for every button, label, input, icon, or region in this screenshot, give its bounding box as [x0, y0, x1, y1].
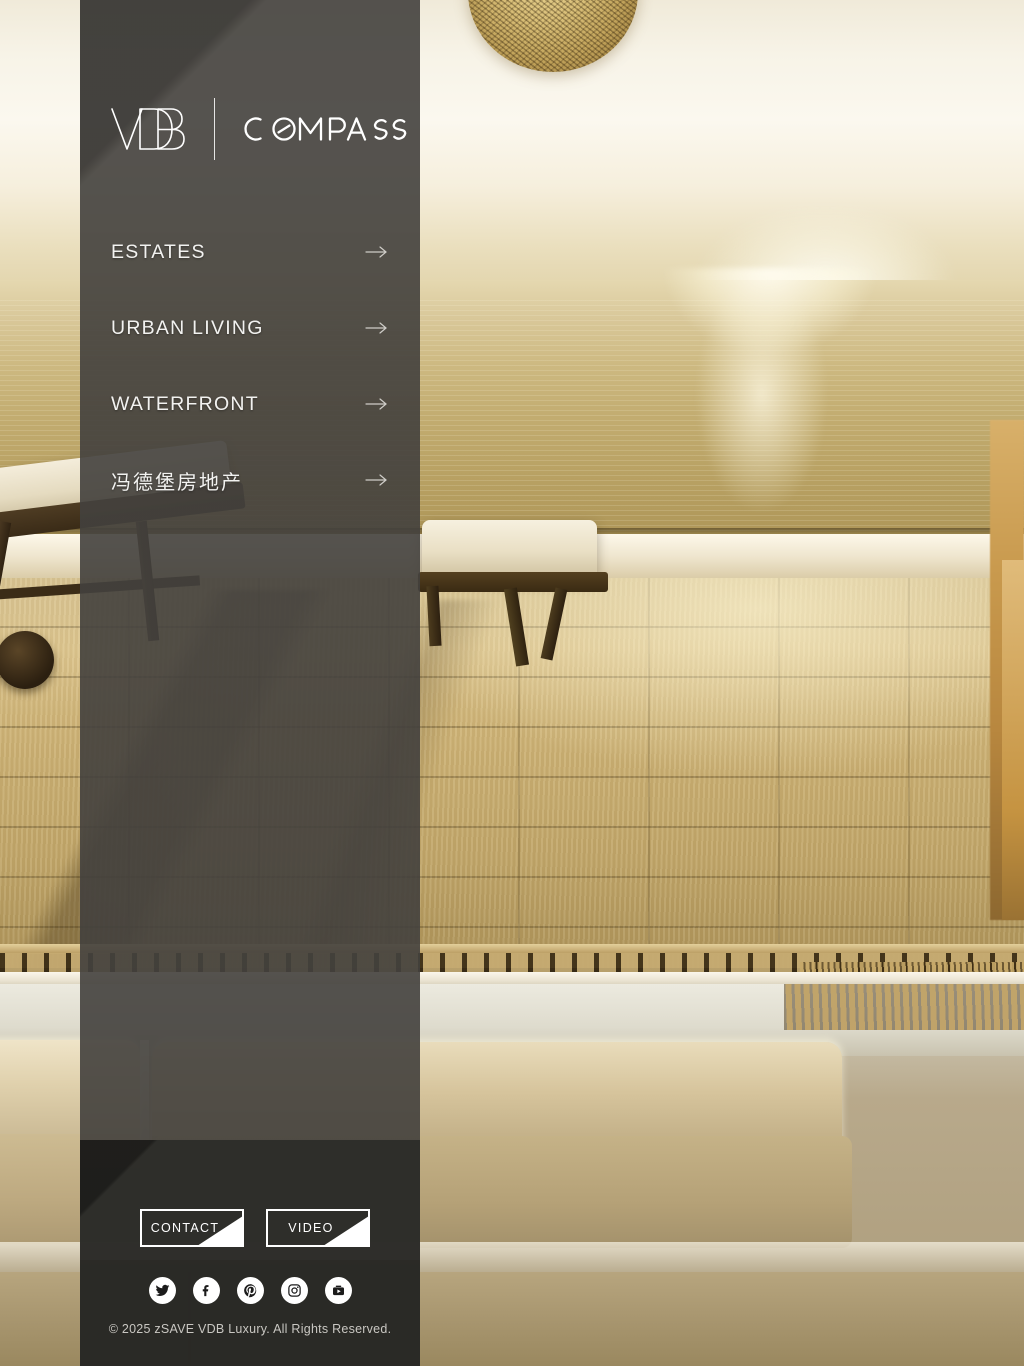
video-button[interactable]: VIDEO	[266, 1209, 370, 1247]
lounge-leg	[503, 587, 530, 667]
logo-divider	[214, 98, 215, 160]
lounge-leg	[0, 520, 12, 652]
arrow-right-icon	[365, 398, 387, 410]
lounge-leg	[426, 585, 442, 647]
contact-button[interactable]: CONTACT	[140, 1209, 244, 1247]
pendant-lamp	[468, 0, 638, 72]
instagram-icon	[287, 1284, 301, 1297]
arrow-right-icon	[365, 246, 387, 258]
twitter-icon	[155, 1284, 169, 1296]
floor-texture-right	[784, 984, 1024, 1030]
copyright-text: © 2025 zSAVE VDB Luxury. All Rights Rese…	[108, 1322, 392, 1336]
nav-item-urban-living[interactable]: URBAN LIVING	[111, 310, 389, 346]
social-link-facebook[interactable]	[192, 1277, 220, 1304]
main-navigation: ESTATES URBAN LIVING WATERFRONT 冯德堡房地产	[80, 234, 420, 538]
facebook-icon	[202, 1285, 208, 1297]
nav-item-waterfront[interactable]: WATERFRONT	[111, 386, 389, 422]
sun-reflection	[560, 268, 980, 548]
lounge-leg	[540, 587, 568, 661]
pinterest-icon	[243, 1284, 256, 1298]
page-root: ESTATES URBAN LIVING WATERFRONT 冯德堡房地产 C…	[0, 0, 1024, 1366]
sidebar-panel: ESTATES URBAN LIVING WATERFRONT 冯德堡房地产 C…	[80, 0, 420, 1366]
nav-item-chinese-realestate[interactable]: 冯德堡房地产	[111, 462, 389, 498]
compass-logo-icon	[244, 117, 407, 141]
nav-item-estates[interactable]: ESTATES	[111, 234, 389, 270]
brand-logo[interactable]	[80, 0, 420, 160]
social-link-instagram[interactable]	[280, 1277, 308, 1304]
social-link-pinterest[interactable]	[236, 1277, 264, 1304]
vdb-logo-icon	[111, 108, 185, 150]
lounge-cushion	[422, 520, 597, 578]
nav-label: 冯德堡房地产	[111, 471, 243, 494]
arrow-right-icon	[365, 474, 387, 486]
youtube-icon	[332, 1285, 344, 1296]
arrow-right-icon	[365, 322, 387, 334]
social-link-twitter[interactable]	[148, 1277, 176, 1304]
standing-figure-fabric	[1002, 560, 1024, 920]
nav-label: URBAN LIVING	[111, 316, 264, 339]
video-button-label: VIDEO	[288, 1221, 334, 1235]
contact-button-label: CONTACT	[150, 1221, 220, 1235]
nav-label: ESTATES	[111, 240, 206, 263]
social-link-youtube[interactable]	[324, 1277, 352, 1304]
social-links	[80, 1277, 420, 1304]
cta-button-row: CONTACT VIDEO	[80, 1209, 420, 1247]
nav-label: WATERFRONT	[111, 392, 259, 415]
lounge-chair-center	[418, 520, 622, 670]
